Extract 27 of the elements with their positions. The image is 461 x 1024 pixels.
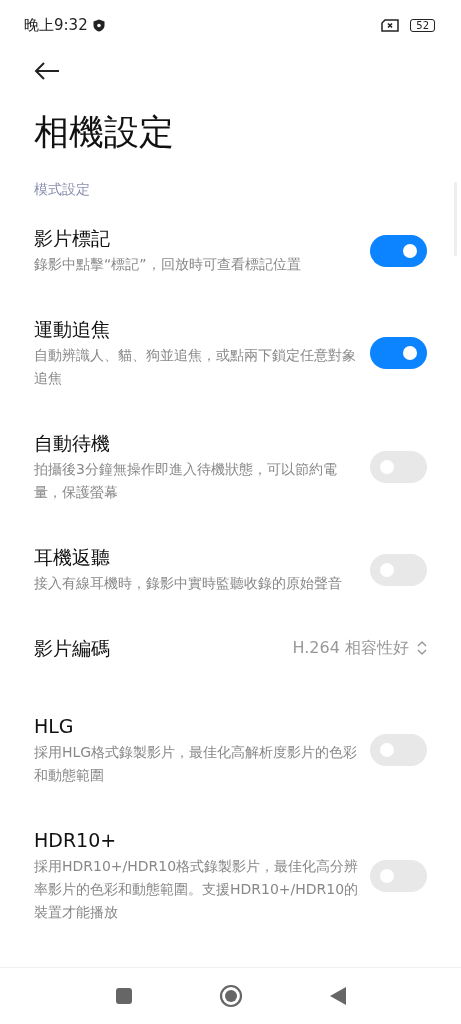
setting-title: 自動待機	[34, 431, 111, 456]
setting-description: 採用HDR10+/HDR10格式錄製影片，最佳化高分辨率影片的色彩和動態範圍。支援HDR10+/HDR10的裝置才能播放	[34, 857, 360, 922]
setting-description: 採用HLG格式錄製影片，最佳化高解析度影片的色彩和動態範圍	[34, 743, 359, 785]
setting-description: 自動辨識人、貓、狗並追焦，或點兩下鎖定任意對象追焦	[34, 346, 357, 388]
codec-dropdown[interactable]: H.264 相容性好	[292, 637, 427, 659]
setting-title: 運動追焦	[34, 317, 111, 342]
sim-icon	[381, 18, 400, 32]
battery-icon: 52	[410, 18, 435, 32]
home-icon[interactable]	[218, 984, 243, 1008]
shield-icon	[92, 18, 105, 32]
setting-title: 耳機返聽	[34, 545, 111, 570]
setting-title: 影片標記	[34, 226, 111, 251]
toggle-switch[interactable]	[370, 337, 427, 369]
setting-description: 拍攝後3分鐘無操作即進入待機狀態，可以節約電量，保護螢幕	[34, 460, 338, 502]
setting-title: HLG	[34, 714, 75, 739]
back-nav-icon[interactable]	[328, 986, 347, 1006]
section-header: 模式設定	[34, 181, 91, 199]
setting-title: HDR10+	[34, 828, 118, 853]
status-time: 晚上9:32	[24, 15, 88, 35]
recents-icon[interactable]	[114, 987, 133, 1005]
back-icon[interactable]	[34, 62, 60, 80]
chevron-up-down-icon	[417, 640, 427, 656]
toggle-switch[interactable]	[370, 234, 427, 267]
page-title: 相機設定	[34, 111, 175, 154]
setting-description: 錄影中點擊“標記”，回放時可查看標記位置	[34, 255, 302, 274]
setting-title: 影片編碼	[34, 636, 110, 661]
setting-description: 接入有線耳機時，錄影中實時監聽收錄的原始聲音	[34, 574, 343, 593]
